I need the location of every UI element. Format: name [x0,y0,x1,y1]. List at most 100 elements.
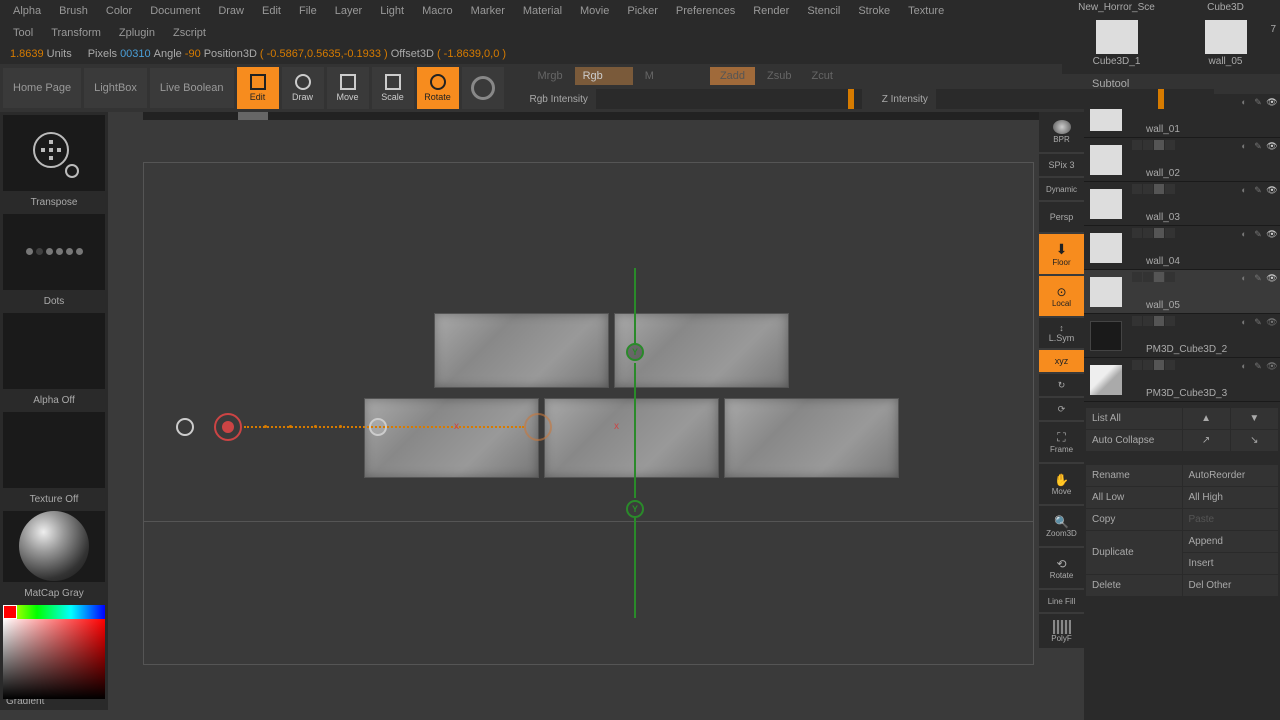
bpr-button[interactable]: BPR [1039,112,1084,152]
menu-material[interactable]: Material [515,2,570,20]
lightbox-button[interactable]: LightBox [84,68,147,108]
texture-slot[interactable] [3,412,105,488]
zadd-button[interactable]: Zadd [710,67,755,85]
persp-button[interactable]: Persp [1039,202,1084,232]
tool-slot[interactable]: Cube3D wall_05 7 [1171,0,1280,74]
polyf-button[interactable]: PolyF [1039,614,1084,648]
alllow-button[interactable]: All Low [1086,487,1182,508]
append-button[interactable]: Append [1183,531,1279,552]
m-button[interactable]: M [637,67,662,85]
rename-button[interactable]: Rename [1086,465,1182,486]
menu-texture[interactable]: Texture [900,2,952,20]
eye-icon[interactable]: 👁 [1266,96,1278,108]
autoreorder-button[interactable]: AutoReorder [1183,465,1279,486]
gizmo-y-icon[interactable]: Y [626,500,644,518]
subtool-item[interactable]: ◐✎👁 wall_05 [1084,270,1280,314]
transpose-tool[interactable] [3,115,105,191]
mrgb-button[interactable]: Mrgb [530,67,571,85]
insert-button[interactable]: Insert [1183,553,1279,574]
menu-transform[interactable]: Transform [43,24,109,42]
local-button[interactable]: ⊙Local [1039,276,1084,316]
allhigh-button[interactable]: All High [1183,487,1279,508]
transpose-handle[interactable] [176,418,194,436]
zoom3d-button[interactable]: 🔍Zoom3D [1039,506,1084,546]
menu-draw[interactable]: Draw [210,2,252,20]
paste-button[interactable]: Paste [1183,509,1279,530]
subtool-item[interactable]: ◐✎👁 wall_03 [1084,182,1280,226]
menu-marker[interactable]: Marker [463,2,513,20]
home-button[interactable]: Home Page [3,68,81,108]
circle-button[interactable] [462,67,504,109]
up-button[interactable]: ▲ [1183,408,1230,429]
viewport[interactable]: Y Y x x [108,112,1039,710]
subtool-item[interactable]: ◐✎👁 PM3D_Cube3D_2 [1084,314,1280,358]
canvas[interactable]: Y Y x x [143,162,1034,665]
menu-layer[interactable]: Layer [327,2,371,20]
copy-button[interactable]: Copy [1086,509,1182,530]
alpha-slot[interactable] [3,313,105,389]
subtool-item[interactable]: ◐✎👁 PM3D_Cube3D_3 [1084,358,1280,402]
dots-tool[interactable] [3,214,105,290]
menu-zplugin[interactable]: Zplugin [111,24,163,42]
edit-button[interactable]: Edit [237,67,279,109]
menu-preferences[interactable]: Preferences [668,2,743,20]
rgb-intensity-slider[interactable] [596,89,862,109]
eye-icon[interactable]: 👁 [1266,140,1278,152]
rotate3d-button[interactable]: ⟲Rotate [1039,548,1084,588]
h-scrollbar[interactable] [143,112,1039,120]
liveboolean-button[interactable]: Live Boolean [150,68,234,108]
scene-slot[interactable]: New_Horror_Sce Cube3D_1 [1062,0,1171,74]
floor-button[interactable]: ⬇Floor [1039,234,1084,274]
menu-zscript[interactable]: Zscript [165,24,214,42]
menu-movie[interactable]: Movie [572,2,617,20]
delother-button[interactable]: Del Other [1183,575,1279,596]
gizmo-y-icon[interactable]: Y [626,343,644,361]
rotate-button[interactable]: Rotate [417,67,459,109]
menu-tool[interactable]: Tool [5,24,41,42]
subtool-item[interactable]: ◐✎👁 wall_02 [1084,138,1280,182]
menu-picker[interactable]: Picker [619,2,666,20]
rot-z-button[interactable]: ⟳ [1039,398,1084,420]
eye-icon[interactable]: 👁 [1266,184,1278,196]
draw-button[interactable]: Draw [282,67,324,109]
menu-file[interactable]: File [291,2,325,20]
menu-macro[interactable]: Macro [414,2,461,20]
zcut-button[interactable]: Zcut [803,67,840,85]
autocollapse-button[interactable]: Auto Collapse [1086,430,1182,451]
eye-icon[interactable]: 👁 [1266,272,1278,284]
menu-stencil[interactable]: Stencil [799,2,848,20]
eye-icon[interactable]: 👁 [1266,228,1278,240]
eye-icon[interactable]: 👁 [1266,360,1278,372]
down-button[interactable]: ▼ [1231,408,1278,429]
dynamic-button[interactable]: Dynamic [1039,178,1084,200]
zsub-button[interactable]: Zsub [759,67,799,85]
rgb-button[interactable]: Rgb [575,67,633,85]
subtool-item[interactable]: ◐✎👁 wall_04 [1084,226,1280,270]
menu-alpha[interactable]: Alpha [5,2,49,20]
arrow-button[interactable]: ↗ [1183,430,1230,451]
frame-button[interactable]: ⛶Frame [1039,422,1084,462]
spix-label[interactable]: SPix 3 [1039,154,1084,176]
transpose-handle[interactable] [524,413,552,441]
xyz-button[interactable]: xyz [1039,350,1084,372]
eye-icon[interactable]: 👁 [1266,316,1278,328]
move-button[interactable]: ✋Move [1039,464,1084,504]
z-intensity-slider[interactable] [936,89,1214,109]
lsym-button[interactable]: ↕L.Sym [1039,318,1084,348]
move-button[interactable]: Move [327,67,369,109]
arrow-button[interactable]: ↘ [1231,430,1278,451]
duplicate-button[interactable]: Duplicate [1086,531,1182,574]
menu-color[interactable]: Color [98,2,140,20]
scale-button[interactable]: Scale [372,67,414,109]
rot-y-button[interactable]: ↻ [1039,374,1084,396]
listall-button[interactable]: List All [1086,408,1182,429]
matcap-slot[interactable] [3,511,105,582]
menu-render[interactable]: Render [745,2,797,20]
menu-brush[interactable]: Brush [51,2,96,20]
menu-light[interactable]: Light [372,2,412,20]
delete-button[interactable]: Delete [1086,575,1182,596]
color-picker[interactable] [3,605,105,690]
menu-document[interactable]: Document [142,2,208,20]
menu-edit[interactable]: Edit [254,2,289,20]
menu-stroke[interactable]: Stroke [850,2,898,20]
